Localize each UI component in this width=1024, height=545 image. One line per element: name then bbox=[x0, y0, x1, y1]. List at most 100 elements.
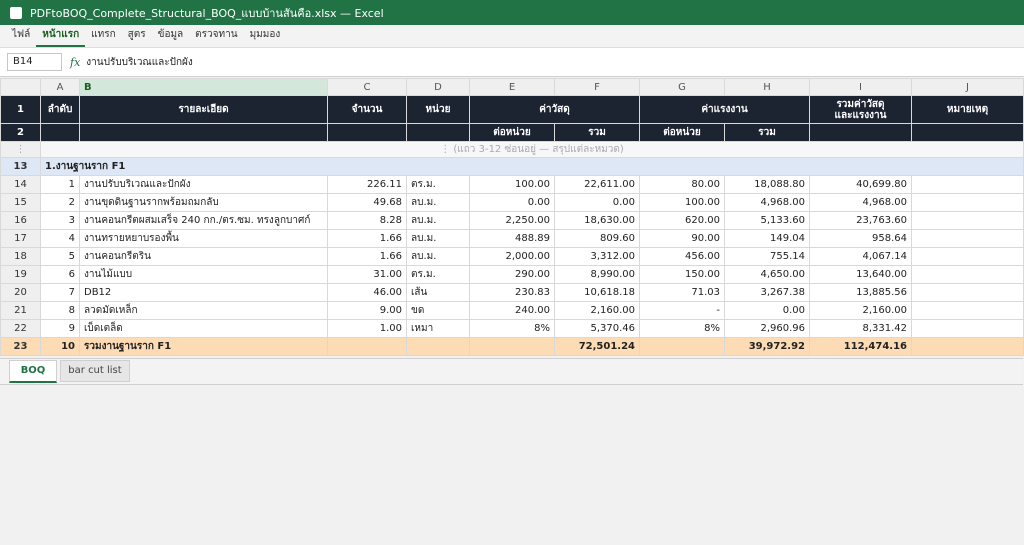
name-box[interactable]: B14 bbox=[7, 53, 62, 71]
item-quantity[interactable]: 1.66 bbox=[327, 229, 407, 248]
item-unit[interactable]: ขด bbox=[406, 301, 470, 320]
header-quantity[interactable]: จำนวน bbox=[327, 95, 407, 124]
grand-total[interactable]: 112,474.16 bbox=[809, 337, 912, 356]
material-unit-price[interactable]: 0.00 bbox=[469, 193, 555, 212]
item-description[interactable]: งานไม้แบบ bbox=[79, 265, 328, 284]
material-sum[interactable]: 2,160.00 bbox=[554, 301, 640, 320]
item-quantity[interactable]: 226.11 bbox=[327, 175, 407, 194]
item-unit[interactable]: ตร.ม. bbox=[406, 265, 470, 284]
row-number[interactable]: 21 bbox=[0, 301, 41, 320]
labor-sum[interactable]: 4,650.00 bbox=[724, 265, 810, 284]
labor-sum[interactable]: 4,968.00 bbox=[724, 193, 810, 212]
item-description[interactable]: งานทรายหยาบรองพื้น bbox=[79, 229, 328, 248]
item-remark[interactable] bbox=[911, 283, 1024, 302]
col-header-f[interactable]: F bbox=[554, 78, 640, 96]
labor-unit-price[interactable]: 90.00 bbox=[639, 229, 725, 248]
col-header-a[interactable]: A bbox=[40, 78, 80, 96]
tab-review[interactable]: ตรวจทาน bbox=[189, 27, 243, 47]
material-unit-price[interactable]: 2,000.00 bbox=[469, 247, 555, 266]
item-total[interactable]: 23,763.60 bbox=[809, 211, 912, 230]
material-sum[interactable]: 0.00 bbox=[554, 193, 640, 212]
select-all-corner[interactable] bbox=[0, 78, 41, 96]
item-remark[interactable] bbox=[911, 319, 1024, 338]
item-unit[interactable]: ตร.ม. bbox=[406, 175, 470, 194]
item-unit[interactable]: เหมา bbox=[406, 319, 470, 338]
header-total[interactable]: รวมค่าวัสดุ และแรงงาน bbox=[809, 95, 912, 124]
material-sum[interactable]: 10,618.18 bbox=[554, 283, 640, 302]
section-title[interactable]: 1.งานฐานราก F1 bbox=[40, 157, 1024, 176]
labor-unit-price[interactable]: 150.00 bbox=[639, 265, 725, 284]
item-total[interactable]: 4,067.14 bbox=[809, 247, 912, 266]
labor-unit-price[interactable]: 71.03 bbox=[639, 283, 725, 302]
cell[interactable] bbox=[79, 123, 328, 142]
col-header-d[interactable]: D bbox=[406, 78, 470, 96]
item-quantity[interactable]: 31.00 bbox=[327, 265, 407, 284]
header-unit[interactable]: หน่วย bbox=[406, 95, 470, 124]
col-header-g[interactable]: G bbox=[639, 78, 725, 96]
item-no[interactable]: 7 bbox=[40, 283, 80, 302]
item-total[interactable]: 40,699.80 bbox=[809, 175, 912, 194]
item-no[interactable]: 1 bbox=[40, 175, 80, 194]
labor-unit-price[interactable]: 80.00 bbox=[639, 175, 725, 194]
col-header-j[interactable]: J bbox=[911, 78, 1024, 96]
cell[interactable] bbox=[40, 123, 80, 142]
labor-unit-price[interactable]: 100.00 bbox=[639, 193, 725, 212]
item-quantity[interactable]: 8.28 bbox=[327, 211, 407, 230]
labor-sum[interactable]: 755.14 bbox=[724, 247, 810, 266]
tab-data[interactable]: ข้อมูล bbox=[152, 27, 190, 47]
item-unit[interactable]: ลบ.ม. bbox=[406, 229, 470, 248]
item-remark[interactable] bbox=[911, 265, 1024, 284]
total-label[interactable]: รวมงานฐานราก F1 bbox=[79, 337, 328, 356]
item-no[interactable]: 6 bbox=[40, 265, 80, 284]
item-quantity[interactable]: 1.66 bbox=[327, 247, 407, 266]
item-no[interactable]: 5 bbox=[40, 247, 80, 266]
col-header-b[interactable]: B bbox=[79, 78, 328, 96]
item-description[interactable]: งานคอนกรีตริน bbox=[79, 247, 328, 266]
row-number[interactable]: 15 bbox=[0, 193, 41, 212]
material-sum[interactable]: 809.60 bbox=[554, 229, 640, 248]
item-description[interactable]: ลวดมัดเหล็ก bbox=[79, 301, 328, 320]
header-labor-sum[interactable]: รวม bbox=[724, 123, 810, 142]
item-total[interactable]: 8,331.42 bbox=[809, 319, 912, 338]
item-quantity[interactable]: 9.00 bbox=[327, 301, 407, 320]
labor-sum[interactable]: 149.04 bbox=[724, 229, 810, 248]
item-no[interactable]: 3 bbox=[40, 211, 80, 230]
material-sum[interactable]: 5,370.46 bbox=[554, 319, 640, 338]
row-number[interactable]: 14 bbox=[0, 175, 41, 194]
row-number[interactable]: 13 bbox=[0, 157, 41, 176]
item-description[interactable]: งานคอนกรีตผสมเสร็จ 240 กก./ตร.ซม. ทรงลูก… bbox=[79, 211, 328, 230]
labor-sum[interactable]: 5,133.60 bbox=[724, 211, 810, 230]
item-no[interactable]: 9 bbox=[40, 319, 80, 338]
total-labor[interactable]: 39,972.92 bbox=[724, 337, 810, 356]
labor-sum[interactable]: 18,088.80 bbox=[724, 175, 810, 194]
labor-unit-price[interactable]: 8% bbox=[639, 319, 725, 338]
item-remark[interactable] bbox=[911, 247, 1024, 266]
cell[interactable] bbox=[406, 337, 470, 356]
col-header-h[interactable]: H bbox=[724, 78, 810, 96]
item-total[interactable]: 13,640.00 bbox=[809, 265, 912, 284]
item-remark[interactable] bbox=[911, 229, 1024, 248]
cell[interactable] bbox=[809, 123, 912, 142]
col-header-i[interactable]: I bbox=[809, 78, 912, 96]
labor-unit-price[interactable]: 456.00 bbox=[639, 247, 725, 266]
item-quantity[interactable]: 49.68 bbox=[327, 193, 407, 212]
material-unit-price[interactable]: 230.83 bbox=[469, 283, 555, 302]
tab-insert[interactable]: แทรก bbox=[85, 27, 121, 47]
item-remark[interactable] bbox=[911, 193, 1024, 212]
cell[interactable] bbox=[327, 337, 407, 356]
header-labor-unit-price[interactable]: ต่อหน่วย bbox=[639, 123, 725, 142]
row-number[interactable]: 16 bbox=[0, 211, 41, 230]
cell[interactable] bbox=[911, 123, 1024, 142]
row-number[interactable]: 20 bbox=[0, 283, 41, 302]
header-remark[interactable]: หมายเหตุ bbox=[911, 95, 1024, 124]
item-remark[interactable] bbox=[911, 301, 1024, 320]
material-unit-price[interactable]: 100.00 bbox=[469, 175, 555, 194]
item-description[interactable]: DB12 bbox=[79, 283, 328, 302]
sheet-tab-bar-cut-list[interactable]: bar cut list bbox=[60, 360, 130, 382]
header-material-sum[interactable]: รวม bbox=[554, 123, 640, 142]
labor-unit-price[interactable]: - bbox=[639, 301, 725, 320]
formula-input[interactable]: งานปรับบริเวณและปักผัง bbox=[86, 55, 193, 70]
cell[interactable] bbox=[911, 337, 1024, 356]
tab-file[interactable]: ไฟล์ bbox=[6, 27, 36, 47]
tab-view[interactable]: มุมมอง bbox=[244, 27, 287, 47]
